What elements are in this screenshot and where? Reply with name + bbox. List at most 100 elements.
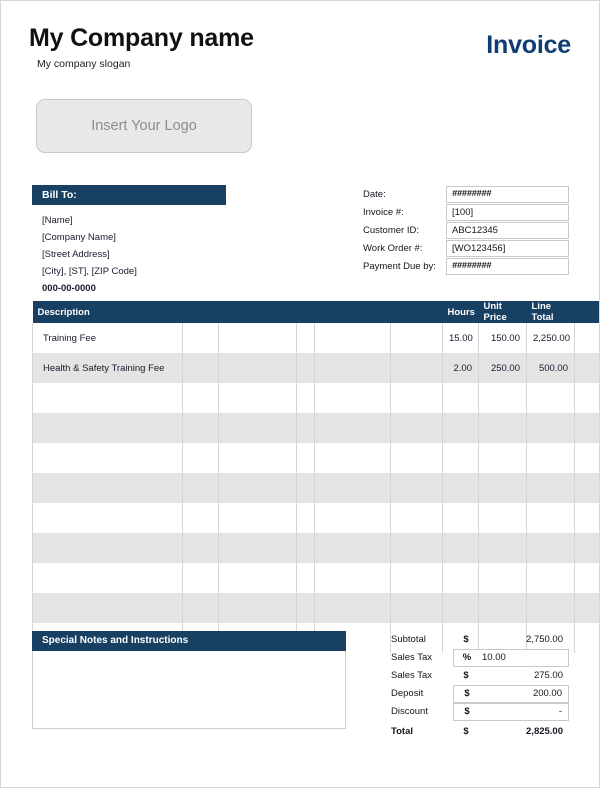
cell-blank[interactable] bbox=[182, 473, 219, 503]
cell-blank[interactable] bbox=[314, 323, 391, 353]
cell-unit-price[interactable] bbox=[478, 413, 527, 443]
cell-blank[interactable] bbox=[182, 533, 219, 563]
cell-blank[interactable] bbox=[390, 413, 443, 443]
meta-value-input[interactable]: ######## bbox=[446, 258, 569, 275]
cell-blank[interactable] bbox=[390, 383, 443, 413]
cell-blank[interactable] bbox=[296, 503, 315, 533]
cell-blank[interactable] bbox=[574, 563, 599, 593]
totals-field-group[interactable]: $200.00 bbox=[453, 685, 569, 703]
cell-description[interactable]: Training Fee bbox=[32, 323, 183, 353]
line-item-row[interactable] bbox=[32, 443, 599, 473]
cell-description[interactable] bbox=[32, 473, 183, 503]
cell-blank[interactable] bbox=[574, 533, 599, 563]
meta-value-input[interactable]: [WO123456] bbox=[446, 240, 569, 257]
cell-line-total[interactable] bbox=[526, 593, 575, 623]
totals-field-group[interactable]: $ - bbox=[453, 703, 569, 721]
cell-blank[interactable] bbox=[296, 533, 315, 563]
cell-blank[interactable] bbox=[182, 413, 219, 443]
cell-unit-price[interactable]: 150.00 bbox=[478, 323, 527, 353]
cell-unit-price[interactable] bbox=[478, 593, 527, 623]
cell-description[interactable] bbox=[32, 533, 183, 563]
line-item-row[interactable] bbox=[32, 503, 599, 533]
cell-hours[interactable] bbox=[442, 563, 479, 593]
cell-hours[interactable] bbox=[442, 473, 479, 503]
meta-value-input[interactable]: ######## bbox=[446, 186, 569, 203]
cell-hours[interactable] bbox=[442, 443, 479, 473]
cell-description[interactable] bbox=[32, 563, 183, 593]
cell-blank[interactable] bbox=[218, 443, 297, 473]
cell-blank[interactable] bbox=[390, 353, 443, 383]
cell-description[interactable] bbox=[32, 503, 183, 533]
cell-line-total[interactable]: 2,250.00 bbox=[526, 323, 575, 353]
cell-blank[interactable] bbox=[296, 563, 315, 593]
cell-blank[interactable] bbox=[390, 533, 443, 563]
cell-blank[interactable] bbox=[296, 593, 315, 623]
cell-blank[interactable] bbox=[182, 443, 219, 473]
cell-blank[interactable] bbox=[218, 413, 297, 443]
cell-line-total[interactable] bbox=[526, 533, 575, 563]
cell-blank[interactable] bbox=[390, 563, 443, 593]
cell-blank[interactable] bbox=[296, 353, 315, 383]
line-item-row[interactable] bbox=[32, 413, 599, 443]
cell-line-total[interactable] bbox=[526, 443, 575, 473]
totals-amount[interactable]: 200.00 bbox=[480, 686, 568, 702]
cell-blank[interactable] bbox=[218, 473, 297, 503]
cell-line-total[interactable] bbox=[526, 413, 575, 443]
cell-blank[interactable] bbox=[218, 353, 297, 383]
cell-line-total[interactable]: 500.00 bbox=[526, 353, 575, 383]
cell-blank[interactable] bbox=[574, 383, 599, 413]
cell-description[interactable] bbox=[32, 593, 183, 623]
cell-blank[interactable] bbox=[296, 443, 315, 473]
cell-blank[interactable] bbox=[574, 413, 599, 443]
cell-description[interactable] bbox=[32, 413, 183, 443]
meta-value-input[interactable]: [100] bbox=[446, 204, 569, 221]
cell-unit-price[interactable] bbox=[478, 533, 527, 563]
cell-unit-price[interactable] bbox=[478, 473, 527, 503]
cell-blank[interactable] bbox=[314, 413, 391, 443]
cell-hours[interactable] bbox=[442, 593, 479, 623]
cell-blank[interactable] bbox=[296, 473, 315, 503]
cell-unit-price[interactable]: 250.00 bbox=[478, 353, 527, 383]
cell-hours[interactable] bbox=[442, 383, 479, 413]
cell-blank[interactable] bbox=[314, 503, 391, 533]
cell-blank[interactable] bbox=[314, 533, 391, 563]
cell-blank[interactable] bbox=[182, 593, 219, 623]
line-item-row[interactable] bbox=[32, 533, 599, 563]
cell-line-total[interactable] bbox=[526, 383, 575, 413]
cell-blank[interactable] bbox=[182, 323, 219, 353]
cell-blank[interactable] bbox=[314, 473, 391, 503]
cell-hours[interactable]: 2.00 bbox=[442, 353, 479, 383]
cell-blank[interactable] bbox=[574, 443, 599, 473]
cell-blank[interactable] bbox=[390, 443, 443, 473]
cell-unit-price[interactable] bbox=[478, 443, 527, 473]
cell-blank[interactable] bbox=[296, 323, 315, 353]
line-item-row[interactable] bbox=[32, 473, 599, 503]
cell-line-total[interactable] bbox=[526, 563, 575, 593]
cell-blank[interactable] bbox=[574, 473, 599, 503]
line-item-row[interactable] bbox=[32, 563, 599, 593]
cell-blank[interactable] bbox=[296, 413, 315, 443]
totals-amount[interactable]: - bbox=[480, 704, 568, 720]
cell-blank[interactable] bbox=[182, 383, 219, 413]
cell-blank[interactable] bbox=[182, 563, 219, 593]
cell-unit-price[interactable] bbox=[478, 563, 527, 593]
cell-blank[interactable] bbox=[314, 593, 391, 623]
cell-blank[interactable] bbox=[182, 503, 219, 533]
cell-blank[interactable] bbox=[574, 623, 599, 653]
totals-amount[interactable]: 10.00 bbox=[480, 650, 568, 666]
cell-blank[interactable] bbox=[218, 503, 297, 533]
totals-field-group[interactable]: % 10.00 bbox=[453, 649, 569, 667]
cell-description[interactable] bbox=[32, 443, 183, 473]
cell-hours[interactable] bbox=[442, 413, 479, 443]
cell-description[interactable] bbox=[32, 383, 183, 413]
line-item-row[interactable] bbox=[32, 593, 599, 623]
cell-hours[interactable] bbox=[442, 533, 479, 563]
cell-blank[interactable] bbox=[296, 383, 315, 413]
meta-value-input[interactable]: ABC12345 bbox=[446, 222, 569, 239]
cell-blank[interactable] bbox=[314, 563, 391, 593]
logo-placeholder[interactable]: Insert Your Logo bbox=[36, 99, 252, 153]
cell-blank[interactable] bbox=[574, 503, 599, 533]
cell-line-total[interactable] bbox=[526, 473, 575, 503]
cell-blank[interactable] bbox=[574, 323, 599, 353]
cell-blank[interactable] bbox=[390, 323, 443, 353]
